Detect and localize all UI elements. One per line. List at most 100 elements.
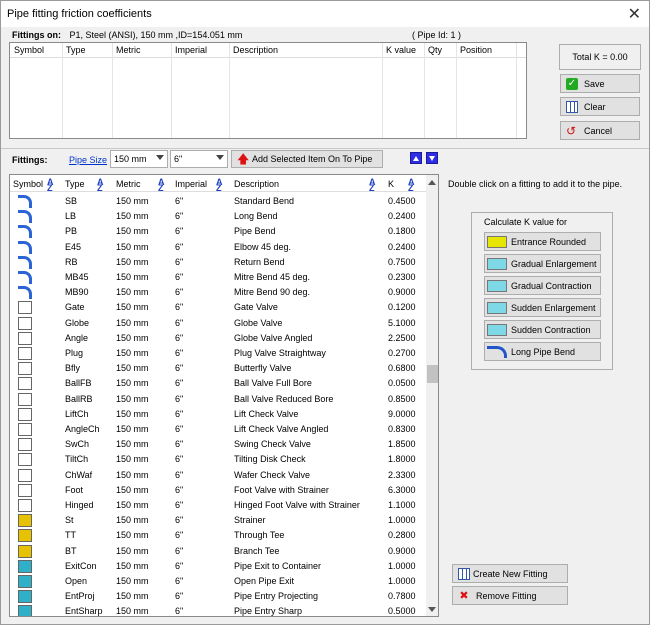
table-row[interactable]: BallRB 150 mm 6" Ball Valve Reduced Bore 0.8… [10, 392, 426, 407]
window-title: Pipe fitting friction coefficients [7, 8, 152, 20]
table-row[interactable]: PB 150 mm 6" Pipe Bend 0.1800 [10, 224, 426, 239]
chevron-down-icon [216, 155, 224, 160]
sudden-contraction-label: Sudden Contraction [511, 324, 591, 335]
table-row[interactable]: Foot 150 mm 6" Foot Valve with Strainer 6.30… [10, 483, 426, 498]
table-row[interactable]: SB 150 mm 6" Standard Bend 0.4500 [10, 194, 426, 209]
gradual-enlargement-button[interactable]: Gradual Enlargement [484, 254, 601, 273]
table-row[interactable]: LiftCh 150 mm 6" Lift Check Valve 9.0000 [10, 407, 426, 422]
cell-k: 0.2300 [388, 272, 416, 282]
table-row[interactable]: TiltCh 150 mm 6" Tilting Disk Check 1.8000 [10, 452, 426, 467]
table-row[interactable]: LB 150 mm 6" Long Bend 0.2400 [10, 209, 426, 224]
table-row[interactable]: BT 150 mm 6" Branch Tee 0.9000 [10, 544, 426, 559]
cell-description: Return Bend [234, 256, 285, 267]
save-button[interactable]: ✓ Save [560, 74, 640, 93]
table-row[interactable]: Plug 150 mm 6" Plug Valve Straightway 0.2700 [10, 346, 426, 361]
list-col-description[interactable]: Description [234, 179, 279, 189]
col-imperial[interactable]: Imperial [175, 45, 207, 55]
metric-size-select[interactable]: 150 mm [110, 150, 168, 168]
clear-button[interactable]: Clear [560, 97, 640, 116]
close-icon[interactable]: ✕ [628, 4, 641, 24]
cell-description: Tilting Disk Check [234, 454, 306, 465]
cell-metric: 150 mm [116, 408, 149, 419]
table-row[interactable]: EntSharp 150 mm 6" Pipe Entry Sharp 0.5000 [10, 604, 426, 616]
sort-icon[interactable]: AZ [369, 178, 379, 193]
cell-k: 5.1000 [388, 317, 416, 328]
table-row[interactable]: AngleCh 150 mm 6" Lift Check Valve Angled 0.… [10, 422, 426, 437]
col-metric[interactable]: Metric [116, 45, 141, 55]
sort-icon[interactable]: AZ [97, 178, 107, 193]
move-up-button[interactable] [410, 152, 422, 164]
sort-icon[interactable]: AZ [408, 178, 418, 193]
cell-metric: 150 mm [116, 226, 149, 237]
move-down-button[interactable] [426, 152, 438, 164]
table-row[interactable]: Gate 150 mm 6" Gate Valve 0.1200 [10, 300, 426, 315]
pipe-info: P1, Steel (ANSI), 150 mm ,ID=154.051 mm [69, 30, 243, 40]
table-row[interactable]: TT 150 mm 6" Through Tee 0.2800 [10, 528, 426, 543]
table-row[interactable]: SwCh 150 mm 6" Swing Check Valve 1.8500 [10, 437, 426, 452]
col-description[interactable]: Description [233, 45, 278, 55]
list-scrollbar[interactable] [426, 175, 438, 616]
table-row[interactable]: EntProj 150 mm 6" Pipe Entry Projecting 0.78… [10, 589, 426, 604]
table-row[interactable]: ExitCon 150 mm 6" Pipe Exit to Container 1.0… [10, 559, 426, 574]
cell-description: Globe Valve [234, 317, 283, 328]
sudden-enlargement-button[interactable]: Sudden Enlargement [484, 298, 601, 317]
list-col-imperial[interactable]: Imperial [175, 179, 207, 189]
cell-imperial: 6" [175, 469, 184, 480]
scroll-up-icon[interactable] [428, 180, 436, 185]
table-row[interactable]: St 150 mm 6" Strainer 1.0000 [10, 513, 426, 528]
cell-description: Lift Check Valve [234, 408, 299, 419]
cell-metric: 150 mm [116, 484, 149, 495]
table-row[interactable]: RB 150 mm 6" Return Bend 0.7500 [10, 255, 426, 270]
table-row[interactable]: Globe 150 mm 6" Globe Valve 5.1000 [10, 316, 426, 331]
wafer-check-icon [18, 468, 32, 482]
list-col-type[interactable]: Type [65, 179, 85, 189]
entrance-rounded-button[interactable]: Entrance Rounded [484, 232, 601, 251]
add-to-pipe-button[interactable]: 🡅 Add Selected Item On To Pipe [231, 150, 383, 168]
sort-icon[interactable]: AZ [47, 178, 57, 193]
create-fitting-button[interactable]: Create New Fitting [452, 564, 568, 583]
col-position[interactable]: Position [460, 45, 492, 55]
list-col-metric[interactable]: Metric [116, 179, 141, 189]
col-k-value[interactable]: K value [386, 45, 416, 55]
cell-imperial: 6" [175, 515, 184, 526]
cancel-button[interactable]: ↺ Cancel [560, 121, 640, 140]
table-row[interactable]: Hinged 150 mm 6" Hinged Foot Valve with Str… [10, 498, 426, 513]
cell-imperial: 6" [175, 363, 184, 374]
list-col-symbol[interactable]: Symbol [13, 179, 43, 189]
scroll-down-icon[interactable] [428, 607, 436, 612]
table-row[interactable]: MB45 150 mm 6" Mitre Bend 45 deg. 0.2300 [10, 270, 426, 285]
table-row[interactable]: MB90 150 mm 6" Mitre Bend 90 deg. 0.9000 [10, 285, 426, 300]
sort-icon[interactable]: AZ [158, 178, 168, 193]
pipe-id: ( Pipe Id: 1 ) [412, 30, 462, 40]
table-row[interactable]: BallFB 150 mm 6" Ball Valve Full Bore 0.0500 [10, 376, 426, 391]
cell-description: Plug Valve Straightway [234, 348, 326, 358]
imperial-size-select[interactable]: 6" [170, 150, 228, 168]
table-row[interactable]: Angle 150 mm 6" Globe Valve Angled 2.2500 [10, 331, 426, 346]
scroll-thumb[interactable] [427, 365, 438, 383]
chevron-down-icon [156, 155, 164, 160]
remove-fitting-button[interactable]: ✖ Remove Fitting [452, 586, 568, 605]
cell-k: 1.0000 [388, 560, 416, 571]
cell-metric: 150 mm [116, 348, 149, 358]
col-qty[interactable]: Qty [428, 45, 442, 55]
table-row[interactable]: ChWaf 150 mm 6" Wafer Check Valve 2.3300 [10, 468, 426, 483]
sort-icon[interactable]: AZ [216, 178, 226, 193]
table-row[interactable]: E45 150 mm 6" Elbow 45 deg. 0.2400 [10, 240, 426, 255]
cell-k: 9.0000 [388, 408, 416, 419]
sudden-contraction-button[interactable]: Sudden Contraction [484, 320, 601, 339]
col-type[interactable]: Type [66, 45, 86, 55]
fittings-list[interactable]: Symbol AZ Type AZ Metric AZ Imperial AZ … [9, 174, 439, 617]
cell-k: 1.0000 [388, 576, 416, 586]
long-pipe-bend-button[interactable]: Long Pipe Bend [484, 342, 601, 361]
col-symbol[interactable]: Symbol [14, 45, 44, 55]
pipe-size-link[interactable]: Pipe Size [69, 155, 107, 165]
cell-imperial: 6" [175, 591, 184, 602]
pipe-fittings-table[interactable]: Symbol Type Metric Imperial Description … [9, 42, 527, 139]
table-row[interactable]: Bfly 150 mm 6" Butterfly Valve 0.6800 [10, 361, 426, 376]
fittings-dialog: Pipe fitting friction coefficients ✕ Fit… [0, 0, 650, 625]
cell-imperial: 6" [175, 500, 184, 510]
create-fitting-label: Create New Fitting [473, 568, 548, 579]
list-col-k[interactable]: K [388, 179, 394, 189]
table-row[interactable]: Open 150 mm 6" Open Pipe Exit 1.0000 [10, 574, 426, 589]
gradual-contraction-button[interactable]: Gradual Contraction [484, 276, 601, 295]
